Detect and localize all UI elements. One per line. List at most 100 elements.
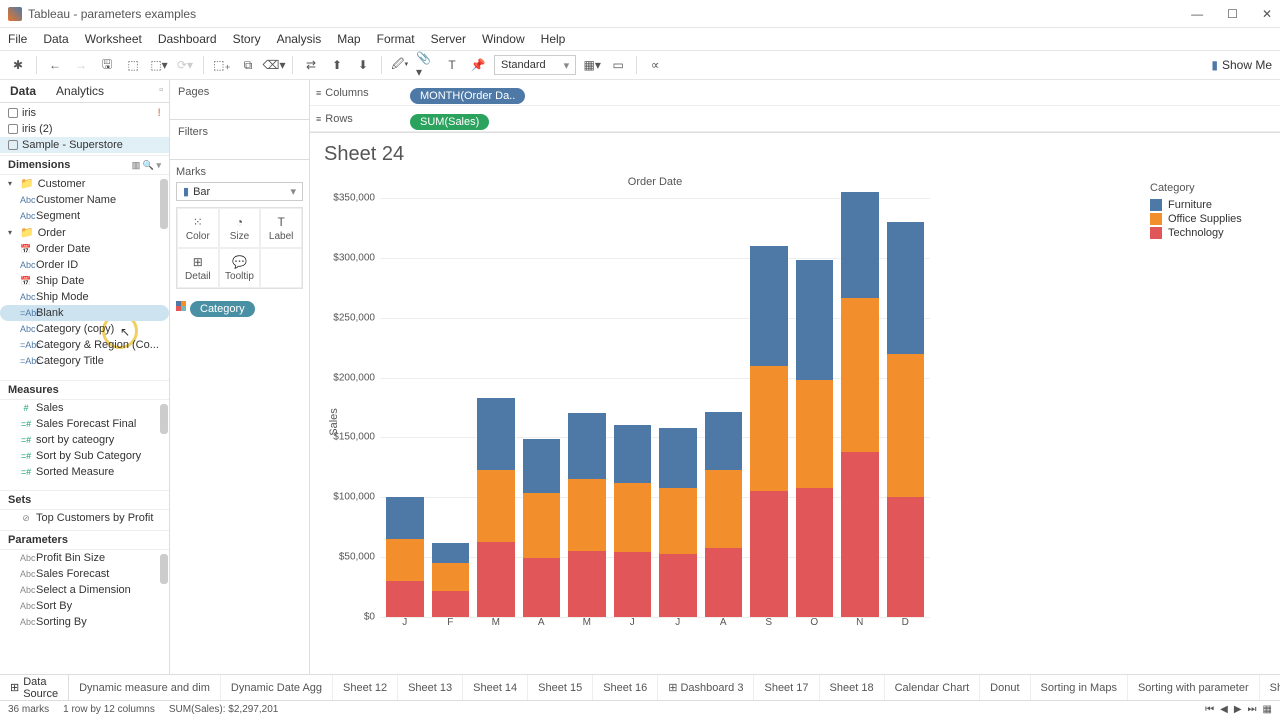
nav-prev-icon[interactable]: ◀	[1220, 704, 1228, 715]
tab-analytics[interactable]: Analytics	[46, 80, 114, 102]
tableau-icon[interactable]: ✱	[8, 55, 28, 75]
bar-column[interactable]	[659, 192, 697, 617]
chart-plot[interactable]: $0$50,000$100,000$150,000$200,000$250,00…	[380, 192, 930, 617]
data-source-tab[interactable]: ⊞Data Source	[0, 675, 69, 700]
measure-item[interactable]: =#Sort by Sub Category	[0, 448, 169, 464]
highlight-button[interactable]: 🖉▾	[390, 55, 410, 75]
sheet-tab[interactable]: Dynamic measure and dim	[69, 675, 221, 700]
tab-data[interactable]: Data	[0, 80, 46, 102]
rows-pill-sales[interactable]: SUM(Sales)	[410, 114, 489, 130]
new-datasource-button[interactable]: ⬚	[123, 55, 143, 75]
pages-shelf[interactable]: Pages	[170, 80, 309, 120]
sheet-tab[interactable]: Sheet 13	[398, 675, 463, 700]
marks-color[interactable]: ⁙Color	[177, 208, 219, 248]
bar-column[interactable]	[386, 192, 424, 617]
dimension-item[interactable]: AbcCustomer Name	[0, 192, 169, 208]
parameter-item[interactable]: AbcSales Forecast	[0, 566, 169, 582]
measure-item[interactable]: =#Sorted Measure	[0, 464, 169, 480]
menu-server[interactable]: Server	[431, 32, 466, 46]
view-cards-button[interactable]: ▦▾	[582, 55, 602, 75]
columns-pill-month[interactable]: MONTH(Order Da..	[410, 88, 525, 104]
bar-column[interactable]	[523, 192, 561, 617]
sheet-tab[interactable]: Sorting in Maps	[1031, 675, 1128, 700]
fit-dropdown[interactable]: Standard▾	[494, 55, 576, 75]
minimize-button[interactable]: —	[1191, 7, 1203, 21]
dimension-item[interactable]: AbcShip Mode	[0, 289, 169, 305]
duplicate-button[interactable]: ⧉	[238, 55, 258, 75]
columns-shelf[interactable]: ≡Columns MONTH(Order Da..	[310, 80, 1280, 106]
save-button[interactable]: 🖫	[97, 55, 117, 75]
sheet-tab[interactable]: ⊞Dashboard 3	[658, 675, 754, 700]
menu-format[interactable]: Format	[377, 32, 415, 46]
close-button[interactable]: ✕	[1262, 7, 1272, 21]
show-me-button[interactable]: ▮Show Me	[1211, 58, 1272, 72]
sheet-title[interactable]: Sheet 24	[310, 133, 1280, 176]
new-worksheet-button[interactable]: ⬚₊	[212, 55, 232, 75]
parameter-item[interactable]: AbcSort By	[0, 598, 169, 614]
parameter-item[interactable]: AbcSelect a Dimension	[0, 582, 169, 598]
bar-column[interactable]	[568, 192, 606, 617]
presentation-button[interactable]: ▭	[608, 55, 628, 75]
measure-item[interactable]: #Sales	[0, 400, 169, 416]
menu-window[interactable]: Window	[482, 32, 525, 46]
sheet-tab[interactable]: Sheet 23	[1260, 675, 1280, 700]
menu-analysis[interactable]: Analysis	[277, 32, 322, 46]
menu-file[interactable]: File	[8, 32, 27, 46]
back-button[interactable]: ←	[45, 55, 65, 75]
bar-column[interactable]	[432, 192, 470, 617]
sheet-tab[interactable]: Sorting with parameter	[1128, 675, 1260, 700]
sheet-tab[interactable]: Sheet 12	[333, 675, 398, 700]
dimension-item[interactable]: =AbcCategory Title	[0, 353, 169, 369]
filters-shelf[interactable]: Filters	[170, 120, 309, 160]
dimension-item[interactable]: ▾📁Order	[0, 224, 169, 241]
dimension-item[interactable]: 📅Order Date	[0, 241, 169, 257]
sheet-tab[interactable]: Donut	[980, 675, 1030, 700]
dimension-item[interactable]: AbcSegment	[0, 208, 169, 224]
nav-grid-icon[interactable]: ▦	[1263, 704, 1272, 715]
nav-first-icon[interactable]: ⏮	[1205, 704, 1214, 715]
autosave-button[interactable]: ⬚▾	[149, 55, 169, 75]
sheet-tab[interactable]: Sheet 15	[528, 675, 593, 700]
pin-button[interactable]: 📌	[468, 55, 488, 75]
sheet-tab[interactable]: Dynamic Date Agg	[221, 675, 333, 700]
rows-shelf[interactable]: ≡Rows SUM(Sales)	[310, 106, 1280, 132]
menu-help[interactable]: Help	[541, 32, 566, 46]
sheet-tab[interactable]: Sheet 14	[463, 675, 528, 700]
refresh-button[interactable]: ⟳▾	[175, 55, 195, 75]
legend-item[interactable]: Office Supplies	[1150, 212, 1270, 226]
clear-button[interactable]: ⌫▾	[264, 55, 284, 75]
marks-detail[interactable]: ⊞Detail	[177, 248, 219, 288]
swap-button[interactable]: ⇄	[301, 55, 321, 75]
dimension-item[interactable]: =AbcBlank	[0, 305, 169, 321]
color-legend[interactable]: Category FurnitureOffice SuppliesTechnol…	[1140, 176, 1280, 674]
menu-data[interactable]: Data	[43, 32, 68, 46]
nav-next-icon[interactable]: ▶	[1234, 704, 1242, 715]
dimension-item[interactable]: AbcCategory (copy)	[0, 321, 169, 337]
legend-item[interactable]: Furniture	[1150, 198, 1270, 212]
maximize-button[interactable]: ☐	[1227, 7, 1238, 21]
legend-item[interactable]: Technology	[1150, 226, 1270, 240]
group-button[interactable]: 📎▾	[416, 55, 436, 75]
measure-item[interactable]: =#sort by cateogry	[0, 432, 169, 448]
sheet-tab[interactable]: Sheet 17	[754, 675, 819, 700]
datasource-item[interactable]: iris (2)	[0, 121, 169, 137]
sheet-tab[interactable]: Sheet 18	[820, 675, 885, 700]
data-pane-menu-icon[interactable]: ▫	[153, 80, 169, 102]
marks-category-pill[interactable]: Category	[176, 295, 303, 317]
menu-dashboard[interactable]: Dashboard	[158, 32, 217, 46]
bar-column[interactable]	[887, 192, 925, 617]
sheet-tab[interactable]: Sheet 16	[593, 675, 658, 700]
sort-desc-button[interactable]: ⬇	[353, 55, 373, 75]
bar-column[interactable]	[750, 192, 788, 617]
set-item[interactable]: ⊘Top Customers by Profit	[0, 510, 169, 526]
bar-column[interactable]	[796, 192, 834, 617]
menu-map[interactable]: Map	[337, 32, 360, 46]
parameter-item[interactable]: AbcProfit Bin Size	[0, 550, 169, 566]
measure-item[interactable]: =#Sales Forecast Final	[0, 416, 169, 432]
bar-column[interactable]	[477, 192, 515, 617]
dimension-item[interactable]: =AbcCategory & Region (Co...	[0, 337, 169, 353]
labels-button[interactable]: T	[442, 55, 462, 75]
dimension-item[interactable]: ▾📁Customer	[0, 175, 169, 192]
menu-story[interactable]: Story	[233, 32, 261, 46]
share-button[interactable]: ∝	[645, 55, 665, 75]
